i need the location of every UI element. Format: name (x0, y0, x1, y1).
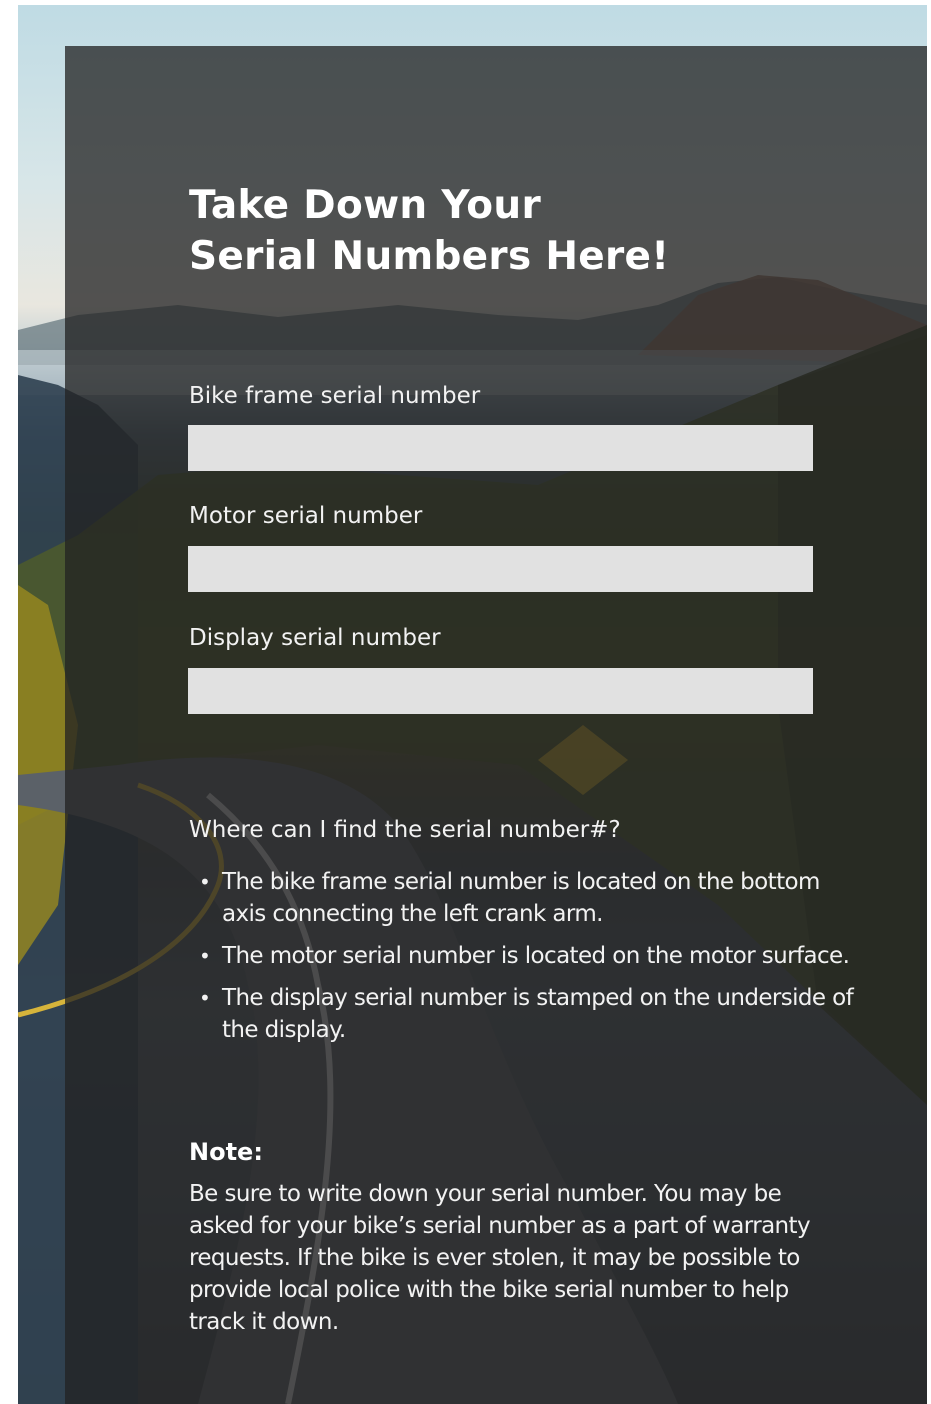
faq-item-text: The display serial number is stamped on … (222, 985, 854, 1043)
faq-item-text: The motor serial number is located on th… (222, 943, 850, 969)
motor-serial-input[interactable] (188, 546, 813, 592)
page-title-line-1: Take Down Your (189, 183, 542, 228)
faq-heading: Where can I find the serial number#? (189, 817, 621, 843)
faq-item-motor: • The motor serial number is located on … (199, 940, 859, 972)
display-serial-input[interactable] (188, 668, 813, 714)
bullet-icon: • (199, 986, 211, 1010)
page-title: Take Down Your Serial Numbers Here! (189, 180, 669, 282)
faq-item-frame: • The bike frame serial number is locate… (199, 866, 859, 930)
display-serial-label: Display serial number (189, 625, 441, 651)
faq-list: • The bike frame serial number is locate… (199, 866, 859, 1056)
page-title-line-2: Serial Numbers Here! (189, 234, 670, 279)
note-body: Be sure to write down your serial number… (189, 1181, 811, 1335)
bike-frame-serial-label: Bike frame serial number (189, 383, 481, 409)
faq-item-text: The bike frame serial number is located … (222, 869, 820, 927)
motor-serial-label: Motor serial number (189, 503, 423, 529)
faq-item-display: • The display serial number is stamped o… (199, 982, 859, 1046)
note-title: Note: (189, 1138, 263, 1166)
bike-frame-serial-input[interactable] (188, 425, 813, 471)
bullet-icon: • (199, 944, 211, 968)
bullet-icon: • (199, 870, 211, 894)
